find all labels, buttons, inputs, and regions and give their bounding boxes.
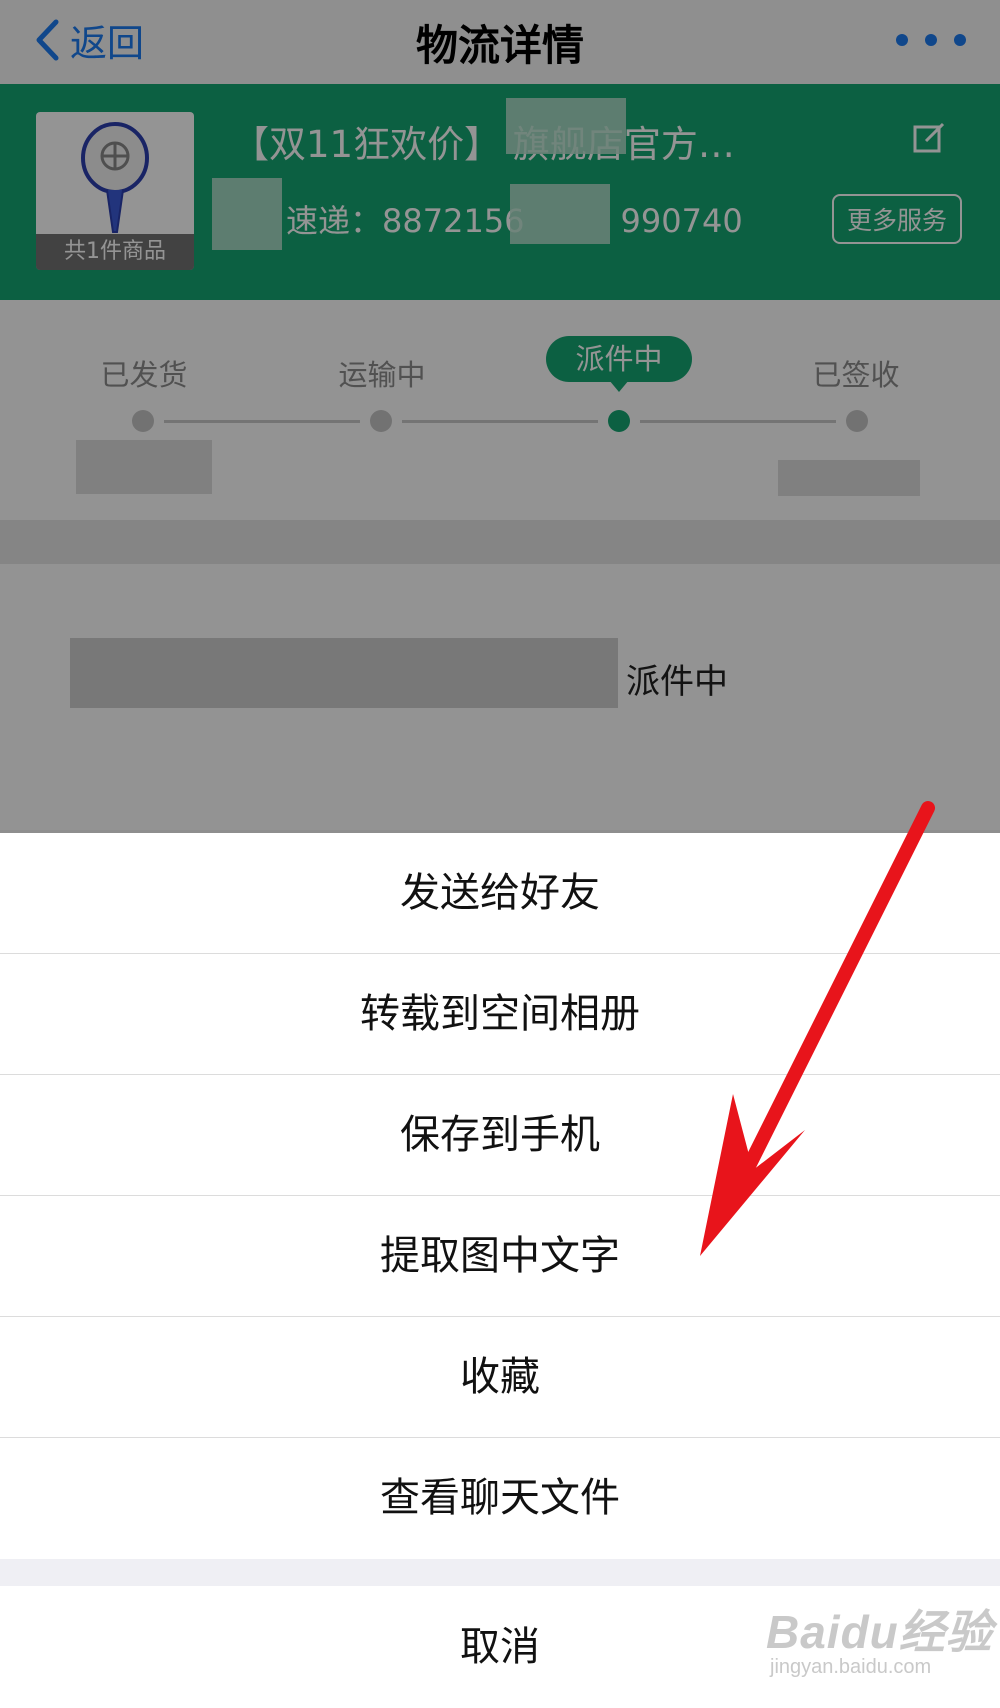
share-to-album-option[interactable]: 转载到空间相册 xyxy=(0,954,1000,1075)
action-sheet: 发送给好友 转载到空间相册 保存到手机 提取图中文字 收藏 查看聊天文件 取消 xyxy=(0,833,1000,1708)
watermark-main: Baidu经验 xyxy=(766,1606,993,1658)
send-to-friend-option[interactable]: 发送给好友 xyxy=(0,833,1000,954)
save-to-phone-option[interactable]: 保存到手机 xyxy=(0,1075,1000,1196)
view-chat-files-option[interactable]: 查看聊天文件 xyxy=(0,1438,1000,1559)
logistics-detail-page: 返回 物流详情 共1件商品 【双11狂欢价】 旗舰店官方… 速递：8872156… xyxy=(0,0,1000,833)
dim-overlay[interactable] xyxy=(0,0,1000,833)
baidu-jingyan-watermark: Baidu经验 jingyan.baidu.com xyxy=(766,1596,993,1679)
extract-text-option[interactable]: 提取图中文字 xyxy=(0,1196,1000,1317)
favorite-option[interactable]: 收藏 xyxy=(0,1317,1000,1438)
